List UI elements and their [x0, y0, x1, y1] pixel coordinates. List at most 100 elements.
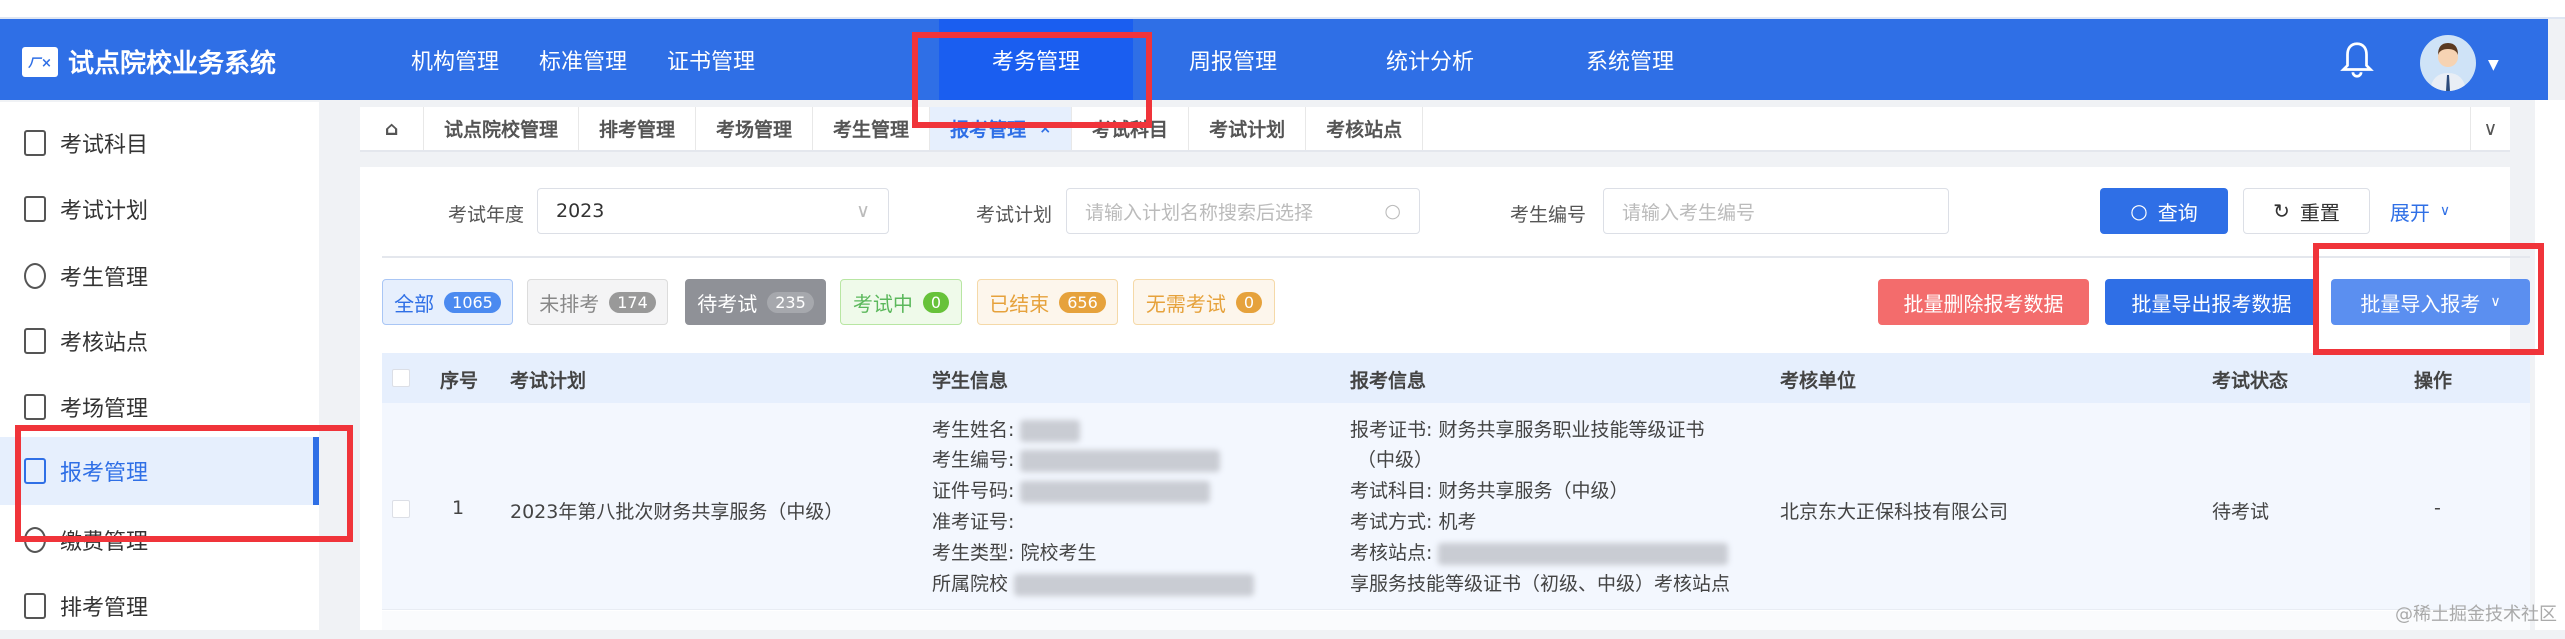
sidebar-item-site[interactable]: 考核站点	[0, 308, 319, 374]
tab-scheduling[interactable]: 排考管理	[579, 107, 697, 150]
tag-count: 0	[922, 291, 950, 313]
exam-certificate-level: （中级）	[1357, 449, 1434, 471]
chevron-down-icon: ∨	[856, 200, 870, 222]
scrollbar-track[interactable]	[2535, 100, 2565, 630]
divider	[382, 256, 2530, 258]
status-tag-pending[interactable]: 待考试 235	[685, 279, 826, 325]
top-strip	[0, 0, 2565, 19]
clipboard-icon	[24, 458, 46, 484]
tag-count: 235	[767, 291, 814, 313]
batch-import-button[interactable]: 批量导入报考 ∨	[2331, 279, 2530, 325]
col-plan: 考试计划	[510, 370, 587, 392]
year-select[interactable]: 2023 ∨	[537, 188, 889, 234]
search-button[interactable]: ○ 查询	[2100, 188, 2228, 234]
candidate-id-label: 考生编号	[1510, 204, 1587, 226]
tag-label: 无需考试	[1145, 291, 1226, 316]
import-label: 批量导入报考	[2360, 291, 2481, 316]
bell-icon[interactable]	[2340, 41, 2374, 79]
row-plan: 2023年第八批次财务共享服务（中级）	[510, 501, 844, 523]
sidebar-item-exam-plan[interactable]: 考试计划	[0, 176, 319, 242]
sidebar-item-label: 考试科目	[60, 133, 149, 158]
year-value: 2023	[556, 200, 605, 222]
tab-exam-plan[interactable]: 考试计划	[1189, 107, 1307, 150]
sidebar-item-scheduling[interactable]: 排考管理	[0, 573, 319, 639]
nav-system[interactable]: 系统管理	[1550, 19, 1710, 100]
row-status: 待考试	[2212, 501, 2270, 523]
expand-button[interactable]: 展开 ∨	[2380, 188, 2460, 234]
calendar-icon	[24, 593, 46, 619]
sidebar-item-label: 考试计划	[60, 199, 149, 224]
row-index: 1	[452, 497, 465, 519]
expand-label: 展开	[2389, 200, 2430, 225]
tab-registration[interactable]: 报考管理 ×	[930, 107, 1073, 150]
search-label: 查询	[2157, 200, 2198, 225]
student-school: 所属院校	[932, 569, 1255, 596]
exam-subject: 考试科目: 财务共享服务（中级）	[1350, 480, 1629, 502]
col-index: 序号	[440, 370, 479, 392]
row-unit: 北京东大正保科技有限公司	[1780, 501, 2009, 523]
reset-button[interactable]: ↻ 重置	[2243, 188, 2370, 234]
book-icon	[24, 130, 46, 156]
map-pin-icon	[24, 328, 46, 354]
status-tag-no-exam[interactable]: 无需考试 0	[1133, 279, 1275, 325]
sidebar-item-registration[interactable]: 报考管理	[0, 437, 319, 505]
candidate-id-input[interactable]: 请输入考生编号	[1603, 188, 1949, 234]
sidebar-item-payment[interactable]: 缴费管理	[0, 507, 319, 573]
nav-statistics[interactable]: 统计分析	[1350, 19, 1510, 100]
exam-certificate: 报考证书: 财务共享服务职业技能等级证书	[1350, 419, 1705, 441]
select-all-checkbox[interactable]	[392, 369, 410, 387]
tab-candidate[interactable]: 考生管理	[813, 107, 931, 150]
student-id-card: 证件号码:	[932, 476, 1211, 503]
sidebar-item-exam-room[interactable]: 考场管理	[0, 374, 319, 440]
top-header: ㄏ× 试点院校业务系统 机构管理 标准管理 证书管理 考务管理 周报管理 统计分…	[0, 19, 2548, 100]
status-tag-in-progress[interactable]: 考试中 0	[840, 279, 962, 325]
status-tag-unscheduled[interactable]: 未排考 174	[527, 279, 668, 325]
status-tag-all[interactable]: 全部 1065	[382, 279, 513, 325]
plan-input[interactable]: 请输入计划名称搜索后选择 ○	[1066, 188, 1420, 234]
tab-exam-subject[interactable]: 考试科目	[1072, 107, 1190, 150]
row-actions: -	[2434, 497, 2441, 519]
col-actions: 操作	[2414, 370, 2453, 392]
payment-icon	[24, 527, 46, 553]
sidebar: 考试科目 考试计划 考生管理 考核站点 考场管理 报考管理 缴费管理 排考管理	[0, 102, 319, 630]
search-icon: ○	[1384, 200, 1401, 222]
student-id: 考生编号:	[932, 445, 1221, 472]
exam-site: 考核站点:	[1350, 538, 1729, 565]
tab-close-icon[interactable]: ×	[1039, 121, 1051, 137]
batch-delete-button[interactable]: 批量删除报考数据	[1878, 279, 2089, 325]
table-header: 序号 考试计划 学生信息 报考信息 考核单位 考试状态 操作	[382, 353, 2530, 403]
candidate-id-placeholder: 请输入考生编号	[1622, 201, 1756, 224]
student-ticket: 准考证号:	[932, 511, 1015, 533]
tag-count: 656	[1059, 291, 1106, 313]
tabs-dropdown-icon[interactable]: ∨	[2470, 107, 2510, 150]
sidebar-item-exam-subject[interactable]: 考试科目	[0, 110, 319, 176]
watermark: @稀土掘金技术社区	[2395, 604, 2557, 625]
app-logo[interactable]: ㄏ× 试点院校业务系统	[22, 43, 276, 80]
sidebar-item-label: 考场管理	[60, 397, 149, 422]
col-registration: 报考信息	[1350, 370, 1427, 392]
tag-label: 全部	[394, 291, 435, 316]
tab-bar: ⌂ 试点院校管理 排考管理 考场管理 考生管理 报考管理 × 考试科目 考试计划…	[360, 107, 2510, 152]
student-type: 考生类型: 院校考生	[932, 542, 1097, 564]
user-avatar[interactable]	[2420, 35, 2476, 91]
table-row: 1 2023年第八批次财务共享服务（中级） 考生姓名: 考生编号: 证件号码: …	[382, 403, 2530, 610]
app-title: 试点院校业务系统	[68, 49, 277, 79]
batch-export-button[interactable]: 批量导出报考数据	[2105, 279, 2318, 325]
home-icon[interactable]: ⌂	[360, 107, 424, 150]
tab-site[interactable]: 考核站点	[1306, 107, 1424, 150]
user-menu-caret-icon[interactable]: ▼	[2488, 57, 2499, 73]
row-checkbox[interactable]	[392, 500, 410, 518]
tab-label: 报考管理	[950, 119, 1027, 141]
sidebar-item-candidate[interactable]: 考生管理	[0, 243, 319, 309]
tab-exam-room[interactable]: 考场管理	[696, 107, 814, 150]
nav-weekly[interactable]: 周报管理	[1153, 19, 1313, 100]
sidebar-item-label: 考核站点	[60, 331, 149, 356]
status-tag-finished[interactable]: 已结束 656	[977, 279, 1118, 325]
sidebar-item-label: 考生管理	[60, 266, 149, 291]
nav-exam-affairs[interactable]: 考务管理	[939, 19, 1133, 100]
col-unit: 考核单位	[1780, 370, 1857, 392]
tag-label: 未排考	[539, 291, 600, 316]
reset-icon: ↻	[2273, 199, 2290, 223]
tab-pilot-school[interactable]: 试点院校管理	[424, 107, 580, 150]
nav-certificate[interactable]: 证书管理	[631, 19, 791, 100]
